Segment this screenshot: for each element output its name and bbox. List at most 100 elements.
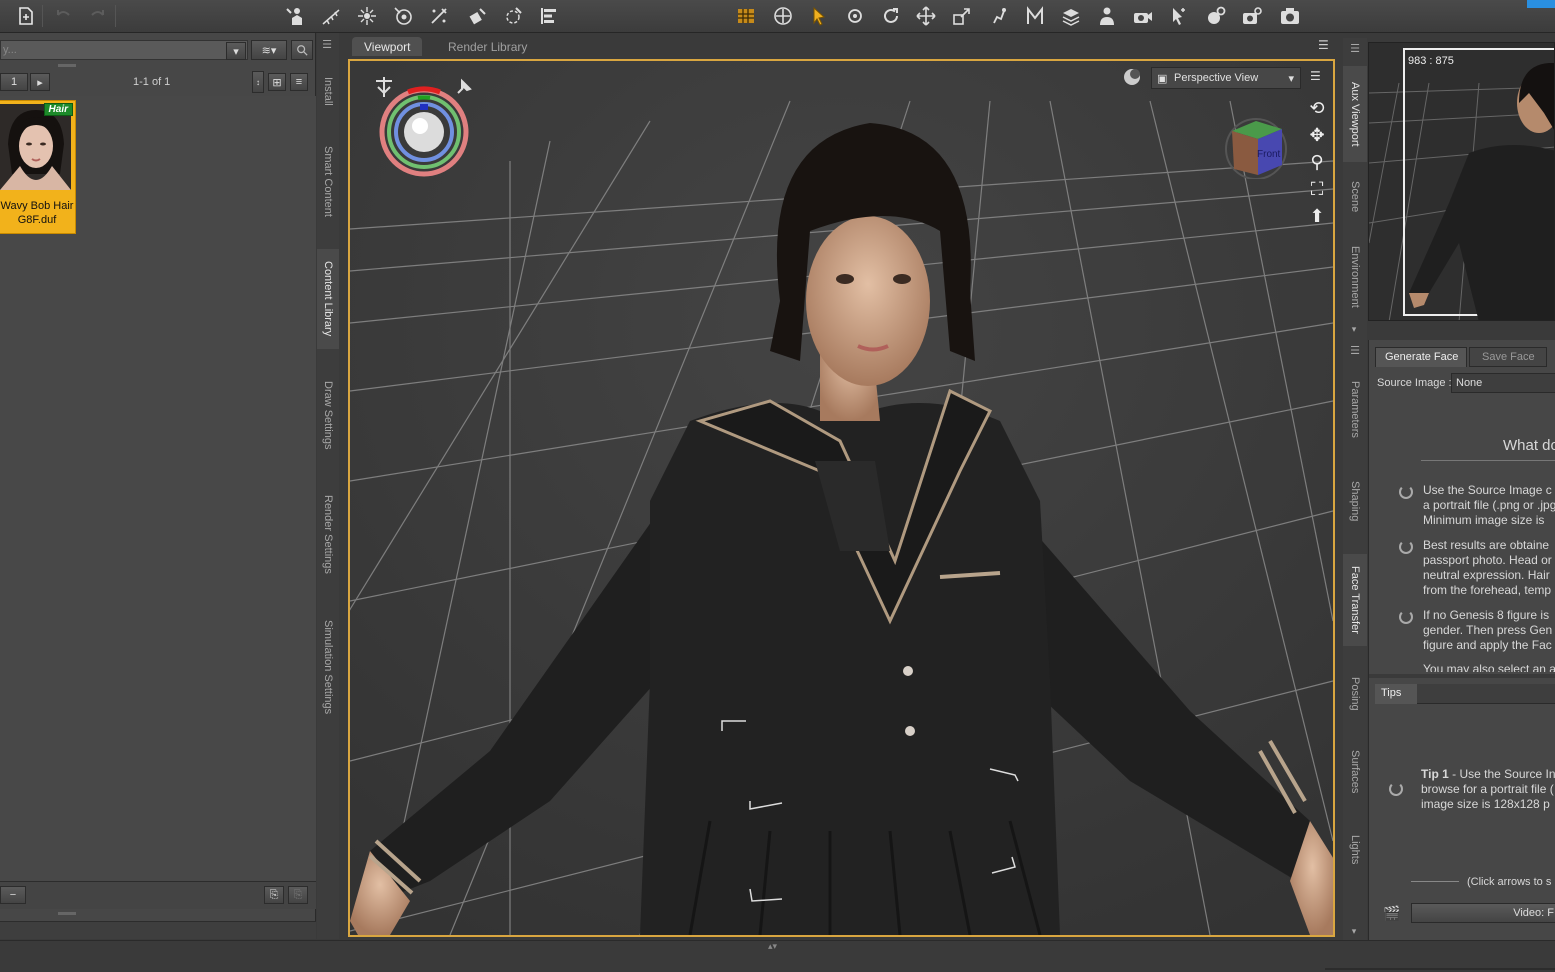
instruction-text-2: Best results are obtaine passport photo. … [1423,538,1552,597]
tab-tips[interactable]: Tips [1375,684,1417,704]
scroll-down-icon-2[interactable]: ▾ [1343,926,1367,938]
source-image-field[interactable]: None [1451,373,1555,393]
tab-face-transfer[interactable]: Face Transfer [1343,554,1367,646]
tab-content-library[interactable]: Content Library [317,249,339,349]
bullet-icon [1399,610,1413,624]
aux-readout: 983 : 875 [1408,55,1454,67]
tab-parameters[interactable]: Parameters [1343,368,1367,450]
tab-shaping[interactable]: Shaping [1343,470,1367,532]
camera-icon[interactable] [1130,4,1156,28]
zoom-icon[interactable]: ⚲ [1305,149,1329,176]
tab-install[interactable]: Install [317,69,339,114]
aux-menu-icon[interactable]: ☰ [1343,40,1367,56]
tips-tab-bar: Tips [1375,684,1555,704]
render-settings-icon[interactable] [1203,4,1229,28]
remove-button[interactable]: − [0,886,26,904]
content-item-label: Wavy Bob Hair G8F.duf [0,200,74,226]
list-view-button[interactable]: ≡ [290,73,308,91]
alignment-icon[interactable] [536,4,562,28]
scale-icon[interactable] [949,4,975,28]
pan-icon[interactable]: ✥ [1305,122,1329,149]
viewport-menu-icon[interactable]: ☰ [1318,38,1329,52]
joint-editor-icon[interactable] [354,4,380,28]
tip-text: Tip 1 - Use the Source In browse for a p… [1421,767,1555,811]
new-file-icon[interactable] [12,4,38,28]
tab-scene[interactable]: Scene [1343,172,1367,222]
universal-tool-icon[interactable] [770,4,796,28]
copy-icon[interactable]: ⎘ [264,886,284,904]
translate-icon[interactable] [913,4,939,28]
grid-toggle-icon[interactable] [733,4,759,28]
tab-aux-viewport[interactable]: Aux Viewport [1343,66,1367,162]
smoothing-icon[interactable] [500,4,526,28]
tab-viewport[interactable]: Viewport [352,37,423,56]
tab-save-face[interactable]: Save Face [1469,347,1547,367]
view-mode-dropdown[interactable]: ▣ Perspective View ▾ [1151,67,1301,89]
shading-mode-icon[interactable] [1122,67,1144,92]
prev-tip-icon[interactable] [1389,782,1403,796]
pane-splitter[interactable] [1369,674,1555,678]
node-selection-icon[interactable] [806,4,832,28]
node-weight-icon[interactable] [318,4,344,28]
collapse-handle[interactable]: ▴▾ [768,941,777,952]
aux-render [1369,43,1554,320]
left-side-tabs: ☰ Install Smart Content Content Library … [317,33,339,939]
paste-icon[interactable]: ⎘ [288,886,308,904]
search-button[interactable] [291,40,313,60]
tab-render-library[interactable]: Render Library [436,37,539,56]
splitter-handle[interactable] [58,64,76,67]
next-page-button[interactable]: ▸ [30,73,50,91]
morph-icon[interactable] [1022,4,1048,28]
tab-environment[interactable]: Environment [1343,234,1367,320]
redo-icon[interactable] [85,4,111,28]
content-item-wavy-bob-hair[interactable]: Hair Wavy Bob Hair G8F.duf [0,100,76,234]
region-nav-icon[interactable] [1058,4,1084,28]
right-side-tabs: ☰ Aux Viewport Scene Environment ▾ ☰ Par… [1343,38,1367,940]
pane-menu-icon-2[interactable]: ☰ [1343,342,1367,358]
3d-viewport[interactable]: ▣ Perspective View ▾ ☰ Front ⟲ ✥ ⚲ ⛶ ⬆ [348,59,1335,937]
tab-surfaces[interactable]: Surfaces [1343,740,1367,804]
search-input[interactable]: y... [0,40,248,60]
tab-posing[interactable]: Posing [1343,668,1367,720]
video-button[interactable]: Video: F [1411,903,1555,923]
edge-loop-icon[interactable] [464,4,490,28]
face-transfer-pane: Generate Face Save Face Source Image : N… [1368,340,1555,940]
spot-render-icon[interactable] [1166,4,1192,28]
viewport-options-icon[interactable]: ☰ [1310,69,1321,83]
scroll-down-icon[interactable]: ▾ [1343,324,1367,336]
search-dropdown-button[interactable]: ▾ [226,42,246,60]
tab-generate-face[interactable]: Generate Face [1375,347,1467,367]
light-orbit-widget[interactable] [378,86,470,181]
geometry-sculptor-icon[interactable] [390,4,416,28]
aux-viewport[interactable]: 983 : 875 [1368,42,1555,321]
screenshot-icon[interactable] [1277,4,1303,28]
render-icon[interactable] [1239,4,1265,28]
geometry-editor-icon[interactable] [426,4,452,28]
figure-setup-icon[interactable] [282,4,308,28]
tab-smart-content[interactable]: Smart Content [317,139,339,223]
tab-draw-settings[interactable]: Draw Settings [317,373,339,457]
splitter-handle-bottom[interactable] [58,912,76,915]
undo-icon[interactable] [50,4,76,28]
bullet-icon [1399,485,1413,499]
database-filter-button[interactable]: ≋▾ [251,40,287,60]
view-cube[interactable]: Front [1224,113,1288,182]
heading-divider [1421,460,1555,461]
rotate-alt-icon[interactable] [878,4,904,28]
pane-menu-icon[interactable]: ☰ [317,37,337,51]
grid-view-button[interactable]: ⊞ [268,73,286,91]
tab-lights[interactable]: Lights [1343,828,1367,872]
window-badge [1527,0,1555,8]
orbit-icon[interactable]: ⟲ [1305,95,1329,122]
reset-view-icon[interactable]: ⬆ [1305,203,1329,230]
page-number-field[interactable]: 1 [0,73,28,91]
figure-select-icon[interactable] [1094,4,1120,28]
view-mode-label: Perspective View [1174,72,1259,84]
active-pose-icon[interactable] [986,4,1012,28]
tab-simulation-settings[interactable]: Simulation Settings [317,611,339,723]
icon-size-spinner[interactable]: ↕ [252,71,264,93]
tab-render-settings[interactable]: Render Settings [317,485,339,583]
frame-icon[interactable]: ⛶ [1305,176,1329,203]
rotate-icon[interactable] [842,4,868,28]
scene-render [350,61,1333,935]
